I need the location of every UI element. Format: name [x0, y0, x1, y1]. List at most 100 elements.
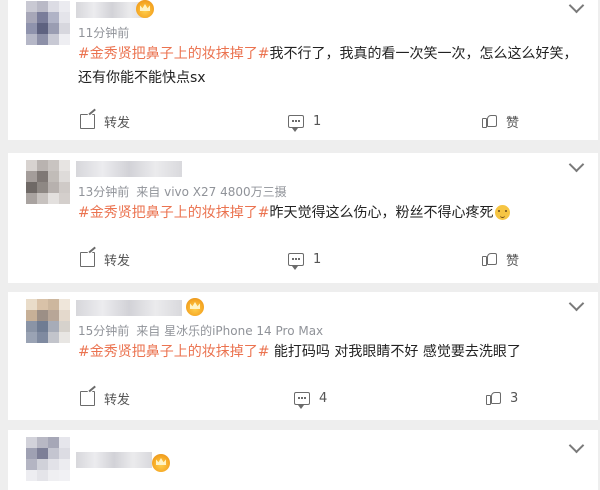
avatar-pixel: [59, 1, 70, 12]
action-bar: 转发 1 赞: [8, 249, 598, 270]
avatar-pixel: [48, 459, 59, 470]
like-button[interactable]: 赞: [482, 111, 519, 131]
like-button[interactable]: 赞: [482, 249, 519, 269]
avatar-pixel: [59, 310, 70, 321]
comment-icon: [288, 252, 304, 270]
chevron-down-icon[interactable]: [568, 295, 585, 312]
avatar-pixel: [59, 299, 70, 310]
avatar-pixel: [48, 160, 59, 171]
avatar-pixel: [37, 1, 48, 12]
share-button[interactable]: 转发: [80, 111, 130, 131]
comment-count: 4: [319, 390, 328, 406]
username-blurred[interactable]: [76, 300, 182, 316]
avatar[interactable]: [26, 160, 70, 204]
comment-source[interactable]: 来自 vivo X27 4800万三摄: [136, 185, 286, 199]
avatar-pixel: [59, 459, 70, 470]
like-label: 赞: [506, 253, 520, 269]
avatar-pixel: [48, 321, 59, 332]
avatar-pixel: [26, 437, 37, 448]
share-button[interactable]: 转发: [80, 249, 130, 269]
comment-meta: 11分钟前: [78, 24, 129, 41]
avatar-pixel: [37, 34, 48, 45]
like-label: 赞: [506, 115, 520, 131]
comment-time: 13分钟前: [78, 185, 130, 199]
comment-count: 1: [313, 251, 322, 267]
avatar-pixel: [59, 160, 70, 171]
thumbs-up-icon: [482, 252, 497, 266]
thumbs-up-icon: [486, 391, 501, 405]
avatar-pixel: [59, 171, 70, 182]
comment-time: 15分钟前: [78, 324, 130, 338]
comment-text: #金秀贤把鼻子上的妆抹掉了#我不行了，我真的看一次笑一次，怎么这么好笑，还有你能…: [78, 42, 580, 90]
avatar-pixel: [26, 34, 37, 45]
avatar[interactable]: [26, 299, 70, 343]
comment-text: #金秀贤把鼻子上的妆抹掉了# 能打码吗 对我眼睛不好 感觉要去洗眼了: [78, 340, 580, 364]
avatar-pixel: [37, 321, 48, 332]
avatar-pixel: [26, 193, 37, 204]
share-icon: [80, 390, 95, 406]
comment-time: 11分钟前: [78, 26, 130, 40]
avatar-pixel: [59, 193, 70, 204]
avatar-pixel: [37, 160, 48, 171]
comment-icon: [294, 391, 310, 409]
avatar-pixel: [37, 23, 48, 34]
avatar-pixel: [26, 171, 37, 182]
avatar-pixel: [48, 182, 59, 193]
action-bar: 转发 1 赞: [8, 111, 598, 132]
avatar-pixel: [48, 299, 59, 310]
share-button[interactable]: 转发: [80, 388, 130, 408]
comment-body: 能打码吗 对我眼睛不好 感觉要去洗眼了: [269, 344, 521, 360]
share-icon: [80, 113, 95, 129]
avatar-pixel: [48, 23, 59, 34]
topic-link[interactable]: #金秀贤把鼻子上的妆抹掉了#: [78, 46, 269, 62]
share-label: 转发: [104, 115, 131, 131]
like-button[interactable]: 3: [486, 388, 518, 408]
comment-button[interactable]: 4: [294, 388, 328, 409]
comment-card: [8, 430, 598, 490]
topic-link[interactable]: #金秀贤把鼻子上的妆抹掉了#: [78, 344, 269, 360]
avatar-pixel: [37, 193, 48, 204]
avatar-pixel: [26, 332, 37, 343]
avatar-pixel: [26, 459, 37, 470]
comment-card: 15分钟前 来自 星冰乐的iPhone 14 Pro Max #金秀贤把鼻子上的妆…: [8, 292, 598, 420]
comment-source[interactable]: 来自 星冰乐的iPhone 14 Pro Max: [136, 324, 323, 338]
avatar-pixel: [37, 448, 48, 459]
like-count: 3: [510, 390, 519, 406]
avatar-pixel: [37, 459, 48, 470]
avatar-pixel: [37, 171, 48, 182]
avatar-pixel: [26, 310, 37, 321]
chevron-down-icon[interactable]: [568, 156, 585, 173]
avatar-pixel: [26, 299, 37, 310]
topic-link[interactable]: #金秀贤把鼻子上的妆抹掉了#: [78, 205, 269, 221]
avatar-pixel: [48, 437, 59, 448]
avatar-pixel: [59, 448, 70, 459]
chevron-down-icon[interactable]: [568, 0, 585, 14]
comment-body: 昨天觉得这么伤心，粉丝不得心疼死: [269, 205, 494, 221]
username-blurred[interactable]: [76, 452, 152, 468]
avatar[interactable]: [26, 1, 70, 45]
avatar-pixel: [37, 310, 48, 321]
chevron-down-icon[interactable]: [568, 437, 585, 454]
thumbs-up-icon: [482, 114, 497, 128]
comment-button[interactable]: 1: [288, 111, 321, 132]
vip-crown-icon: [186, 298, 204, 316]
comment-text: #金秀贤把鼻子上的妆抹掉了#昨天觉得这么伤心，粉丝不得心疼死: [78, 201, 580, 225]
avatar-pixel: [59, 23, 70, 34]
action-bar: 转发 4 3: [8, 388, 598, 409]
comment-icon: [288, 114, 304, 132]
avatar-pixel: [26, 182, 37, 193]
avatar-pixel: [59, 332, 70, 343]
avatar-pixel: [26, 23, 37, 34]
avatar-pixel: [26, 448, 37, 459]
avatar[interactable]: [26, 437, 70, 481]
avatar-pixel: [59, 437, 70, 448]
avatar-pixel: [48, 34, 59, 45]
avatar-pixel: [48, 1, 59, 12]
avatar-pixel: [37, 332, 48, 343]
username-blurred[interactable]: [76, 161, 182, 177]
avatar-pixel: [59, 321, 70, 332]
comment-button[interactable]: 1: [288, 249, 322, 270]
share-icon: [80, 251, 95, 267]
avatar-pixel: [59, 34, 70, 45]
avatar-pixel: [37, 437, 48, 448]
